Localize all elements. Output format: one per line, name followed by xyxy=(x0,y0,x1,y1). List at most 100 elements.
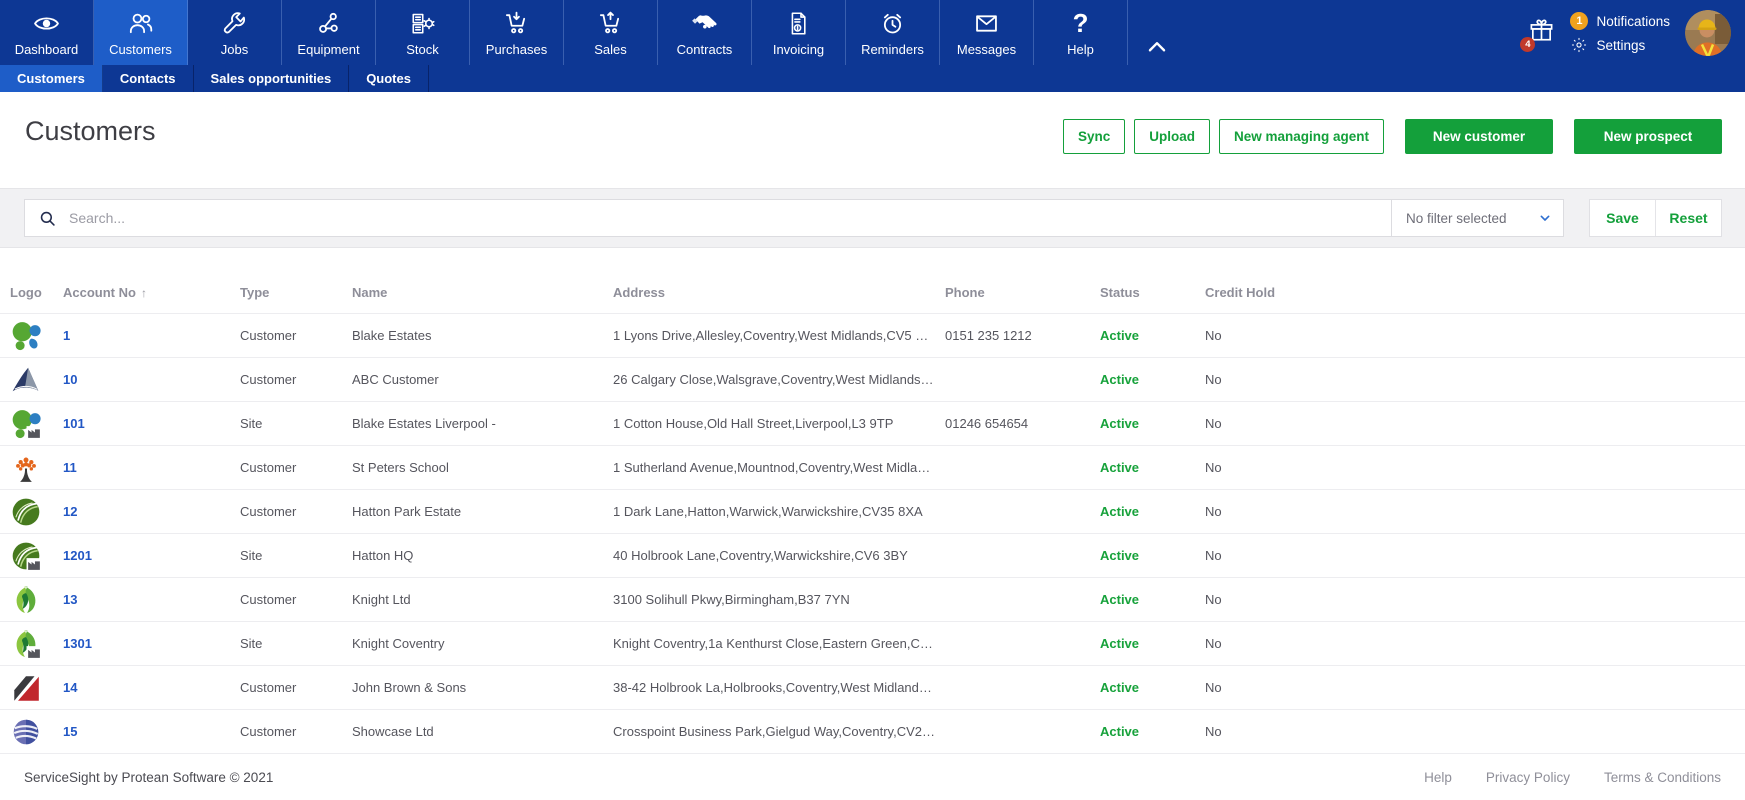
save-filter-button[interactable]: Save xyxy=(1590,200,1656,236)
account-no-link[interactable]: 1 xyxy=(63,328,70,343)
table-row[interactable]: 13 Customer Knight Ltd 3100 Solihull Pkw… xyxy=(0,578,1745,622)
blake-estates-site-logo xyxy=(10,408,42,440)
account-no-link[interactable]: 13 xyxy=(63,592,77,607)
status-cell: Active xyxy=(1100,636,1140,651)
account-no-link[interactable]: 1301 xyxy=(63,636,92,651)
column-header-credit-hold[interactable]: Credit Hold xyxy=(1205,285,1721,300)
nav-item-stock[interactable]: Stock xyxy=(376,0,470,65)
page-header: Customers Sync Upload New managing agent Ne… xyxy=(0,92,1745,188)
cart-arrow-down-icon xyxy=(503,10,530,38)
page-footer: ServiceSight by Protean Software © 2021 … xyxy=(0,754,1745,800)
whats-new-button[interactable]: 4 xyxy=(1520,17,1555,52)
account-no-link[interactable]: 11 xyxy=(63,460,77,475)
footer-link-terms-conditions[interactable]: Terms & Conditions xyxy=(1604,770,1721,785)
credit-hold-cell: No xyxy=(1205,548,1222,563)
account-no-link[interactable]: 14 xyxy=(63,680,77,695)
table-row[interactable]: 1 Customer Blake Estates 1 Lyons Drive,A… xyxy=(0,314,1745,358)
address-cell: 1 Cotton House,Old Hall Street,Liverpool… xyxy=(613,416,894,431)
account-no-link[interactable]: 15 xyxy=(63,724,77,739)
subnav-item-sales-opportunities[interactable]: Sales opportunities xyxy=(194,65,350,92)
subnav-item-quotes[interactable]: Quotes xyxy=(349,65,429,92)
nav-item-purchases[interactable]: Purchases xyxy=(470,0,564,65)
nav-item-equipment[interactable]: Equipment xyxy=(282,0,376,65)
name-cell: ABC Customer xyxy=(352,372,439,387)
customers-table: Logo Account No ↑ Type Name Address Phone… xyxy=(0,248,1745,754)
name-cell: Knight Coventry xyxy=(352,636,445,651)
new-customer-button[interactable]: New customer xyxy=(1405,119,1553,154)
account-no-link[interactable]: 12 xyxy=(63,504,77,519)
nav-item-messages[interactable]: Messages xyxy=(940,0,1034,65)
settings-label: Settings xyxy=(1596,37,1646,53)
table-row[interactable]: 14 Customer John Brown & Sons 38-42 Holb… xyxy=(0,666,1745,710)
chevron-up-icon xyxy=(1144,34,1170,65)
notifications-button[interactable]: 1 Notifications xyxy=(1570,12,1670,30)
new-prospect-button[interactable]: New prospect xyxy=(1574,119,1722,154)
nav-item-dashboard[interactable]: Dashboard xyxy=(0,0,94,65)
column-header-name[interactable]: Name xyxy=(352,285,613,300)
column-header-phone[interactable]: Phone xyxy=(945,285,1100,300)
table-row[interactable]: 101 Site Blake Estates Liverpool - 1 Cot… xyxy=(0,402,1745,446)
cart-arrow-up-icon xyxy=(597,10,624,38)
chevron-down-icon xyxy=(1537,210,1553,226)
name-cell: St Peters School xyxy=(352,460,449,475)
address-cell: 40 Holbrook Lane,Coventry,Warwickshire,C… xyxy=(613,548,908,563)
table-header-row: Logo Account No ↑ Type Name Address Phone… xyxy=(0,248,1745,314)
settings-button[interactable]: Settings xyxy=(1570,37,1670,53)
user-avatar[interactable] xyxy=(1685,9,1731,56)
sync-button[interactable]: Sync xyxy=(1062,119,1126,154)
boxes-gear-icon xyxy=(409,10,436,38)
nav-item-sales[interactable]: Sales xyxy=(564,0,658,65)
nav-item-reminders[interactable]: Reminders xyxy=(846,0,940,65)
account-no-link[interactable]: 10 xyxy=(63,372,77,387)
search-icon xyxy=(25,200,67,236)
account-no-cell: 1201 xyxy=(63,548,240,563)
gear-icon xyxy=(1570,37,1588,53)
address-cell: 26 Calgary Close,Walsgrave,Coventry,West… xyxy=(613,372,945,387)
upload-button[interactable]: Upload xyxy=(1134,119,1210,154)
nav-item-invoicing[interactable]: Invoicing xyxy=(752,0,846,65)
svg-text:?: ? xyxy=(1073,10,1089,37)
wrench-icon xyxy=(221,10,248,38)
table-row[interactable]: 1301 Site Knight Coventry Knight Coventr… xyxy=(0,622,1745,666)
account-no-cell: 12 xyxy=(63,504,240,519)
logo-cell xyxy=(10,408,63,440)
column-header-status[interactable]: Status xyxy=(1100,285,1205,300)
search-input[interactable] xyxy=(67,200,1391,236)
logo-cell xyxy=(10,672,63,704)
name-cell: Blake Estates xyxy=(352,328,432,343)
table-row[interactable]: 10 Customer ABC Customer 26 Calgary Clos… xyxy=(0,358,1745,402)
name-cell: Hatton HQ xyxy=(352,548,414,563)
nav-item-help[interactable]: ? Help xyxy=(1034,0,1128,65)
nav-items: Dashboard Customers Jobs Equipment Stock… xyxy=(0,0,1128,65)
logo-cell xyxy=(10,496,63,528)
nav-item-jobs[interactable]: Jobs xyxy=(188,0,282,65)
gift-count-badge: 4 xyxy=(1520,36,1536,52)
column-header-account-no[interactable]: Account No ↑ xyxy=(63,285,240,300)
account-no-cell: 101 xyxy=(63,416,240,431)
subnav-item-customers[interactable]: Customers xyxy=(0,65,103,92)
account-no-link[interactable]: 1201 xyxy=(63,548,92,563)
table-row[interactable]: 11 Customer St Peters School 1 Sutherlan… xyxy=(0,446,1745,490)
credit-hold-cell: No xyxy=(1205,416,1222,431)
reset-filter-button[interactable]: Reset xyxy=(1656,200,1721,236)
table-row[interactable]: 15 Customer Showcase Ltd Crosspoint Busi… xyxy=(0,710,1745,754)
column-header-type[interactable]: Type xyxy=(240,285,352,300)
subnav-item-contacts[interactable]: Contacts xyxy=(103,65,194,92)
footer-link-privacy-policy[interactable]: Privacy Policy xyxy=(1486,770,1570,785)
nav-item-customers[interactable]: Customers xyxy=(94,0,188,65)
filter-dropdown[interactable]: No filter selected xyxy=(1391,200,1563,236)
table-row[interactable]: 1201 Site Hatton HQ 40 Holbrook Lane,Cov… xyxy=(0,534,1745,578)
collapse-nav-button[interactable] xyxy=(1128,0,1186,65)
column-header-address[interactable]: Address xyxy=(613,285,945,300)
credit-hold-cell: No xyxy=(1205,724,1222,739)
nav-item-contracts[interactable]: Contracts xyxy=(658,0,752,65)
name-cell: John Brown & Sons xyxy=(352,680,467,695)
account-no-link[interactable]: 101 xyxy=(63,416,85,431)
filter-actions: Save Reset xyxy=(1589,199,1722,237)
table-row[interactable]: 12 Customer Hatton Park Estate 1 Dark La… xyxy=(0,490,1745,534)
footer-link-help[interactable]: Help xyxy=(1424,770,1452,785)
page-title: Customers xyxy=(25,116,156,146)
type-cell: Customer xyxy=(240,328,297,343)
new-managing-agent-button[interactable]: New managing agent xyxy=(1218,119,1384,154)
account-no-cell: 10 xyxy=(63,372,240,387)
